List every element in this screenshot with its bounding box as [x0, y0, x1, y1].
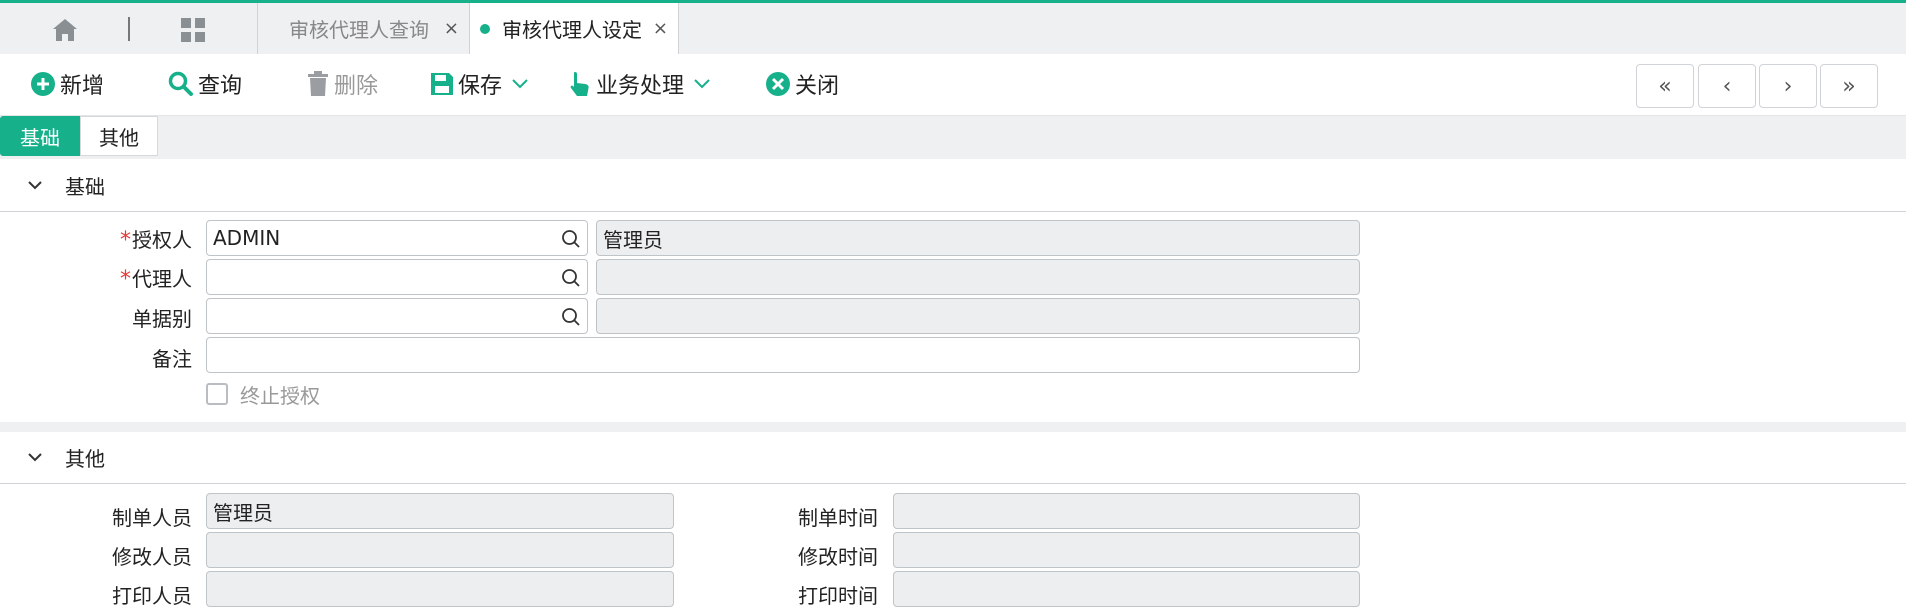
grantor-name-value: 管理员: [603, 227, 663, 252]
first-record-button[interactable]: «: [1636, 64, 1694, 108]
doctype-code-field[interactable]: [206, 298, 588, 334]
creator-field: 管理员: [206, 493, 674, 529]
home-icon[interactable]: [48, 13, 82, 47]
divider: [128, 17, 130, 41]
create-time-label: 制单时间: [798, 506, 878, 530]
next-record-button[interactable]: ›: [1759, 64, 1817, 108]
section-tabs: 基础 其他: [0, 116, 1906, 159]
remark-field[interactable]: [206, 337, 1360, 373]
grantor-code-value: ADMIN: [213, 226, 281, 250]
trash-icon: [308, 71, 328, 96]
close-icon[interactable]: ×: [444, 18, 459, 39]
modifier-field: [206, 532, 674, 568]
printer-field: [206, 571, 674, 607]
modify-time-label: 修改时间: [798, 545, 878, 569]
section-title: 基础: [65, 175, 105, 199]
doctype-label: 单据别: [132, 307, 192, 331]
close-icon[interactable]: ×: [653, 18, 668, 39]
active-dot-icon: [480, 23, 490, 34]
delete-button[interactable]: 删除: [306, 66, 378, 102]
close-circle-icon: [766, 72, 790, 96]
tab-basic[interactable]: 基础: [0, 116, 80, 156]
printer-label: 打印人员: [112, 584, 192, 608]
search-icon: [168, 71, 193, 96]
creator-value: 管理员: [213, 500, 273, 525]
search-icon[interactable]: [561, 307, 581, 327]
grantor-name-field: 管理员: [596, 220, 1360, 256]
terminate-authorization-label: 终止授权: [240, 384, 320, 408]
print-time-field: [893, 571, 1360, 607]
agent-label-text: 代理人: [132, 267, 192, 291]
section-gap: [0, 422, 1906, 432]
modifier-label: 修改人员: [112, 545, 192, 569]
agent-code-field[interactable]: [206, 259, 588, 295]
tab-label: 审核代理人设定: [502, 18, 642, 42]
remark-label: 备注: [152, 347, 192, 371]
section-other-header[interactable]: 其他: [0, 432, 1906, 484]
required-mark: *: [120, 228, 131, 253]
search-icon[interactable]: [561, 268, 581, 288]
tab-other[interactable]: 其他: [80, 116, 158, 156]
section-title: 其他: [65, 447, 105, 471]
last-record-button[interactable]: »: [1820, 64, 1878, 108]
close-button[interactable]: 关闭: [765, 66, 839, 102]
query-button[interactable]: 查询: [168, 66, 242, 102]
business-process-button[interactable]: 业务处理: [568, 66, 714, 102]
create-time-field: [893, 493, 1360, 529]
tab-label: 审核代理人查询: [289, 18, 429, 42]
save-button[interactable]: 保存: [430, 66, 532, 102]
chevron-down-icon[interactable]: [694, 79, 710, 89]
chevron-right-icon: ›: [1783, 73, 1793, 99]
tab-audit-agent-setting[interactable]: 审核代理人设定 ×: [469, 3, 679, 54]
agent-name-field: [596, 259, 1360, 295]
save-label: 保存: [458, 74, 503, 99]
agent-label: *代理人: [100, 263, 192, 292]
chevron-down-icon[interactable]: [26, 176, 44, 194]
grantor-label: *授权人: [100, 224, 192, 253]
required-mark: *: [120, 267, 131, 292]
add-button[interactable]: 新增: [30, 66, 104, 102]
query-label: 查询: [198, 74, 243, 99]
tab-bar: 审核代理人查询 × 审核代理人设定 ×: [0, 0, 1906, 54]
plus-circle-icon: [31, 72, 55, 96]
delete-label: 删除: [334, 74, 379, 99]
section-basic-header[interactable]: 基础: [0, 160, 1906, 212]
toolbar: 新增 查询 删除 保存 业务处理 关闭 « ‹ › »: [0, 54, 1906, 116]
chevron-down-icon[interactable]: [512, 79, 528, 89]
close-label: 关闭: [795, 74, 840, 99]
chevron-down-icon[interactable]: [26, 448, 44, 466]
floppy-disk-icon: [431, 73, 453, 95]
terminate-authorization-checkbox[interactable]: [206, 383, 228, 405]
print-time-label: 打印时间: [798, 584, 878, 608]
add-label: 新增: [60, 74, 105, 99]
previous-record-button[interactable]: ‹: [1698, 64, 1756, 108]
double-chevron-left-icon: «: [1658, 73, 1672, 99]
creator-label: 制单人员: [112, 506, 192, 530]
doctype-name-field: [596, 298, 1360, 334]
double-chevron-right-icon: »: [1842, 73, 1856, 99]
grantor-code-field[interactable]: ADMIN: [206, 220, 588, 256]
chevron-left-icon: ‹: [1722, 73, 1732, 99]
pointer-hand-icon: [570, 72, 589, 96]
search-icon[interactable]: [561, 229, 581, 249]
app-window: 审核代理人查询 × 审核代理人设定 × 新增 查询 删除 保存 业务处理 关闭 …: [0, 0, 1906, 610]
business-process-label: 业务处理: [596, 74, 685, 99]
grid-menu-icon[interactable]: [176, 13, 210, 47]
tab-audit-agent-query[interactable]: 审核代理人查询 ×: [257, 3, 469, 54]
modify-time-field: [893, 532, 1360, 568]
grantor-label-text: 授权人: [132, 228, 192, 252]
